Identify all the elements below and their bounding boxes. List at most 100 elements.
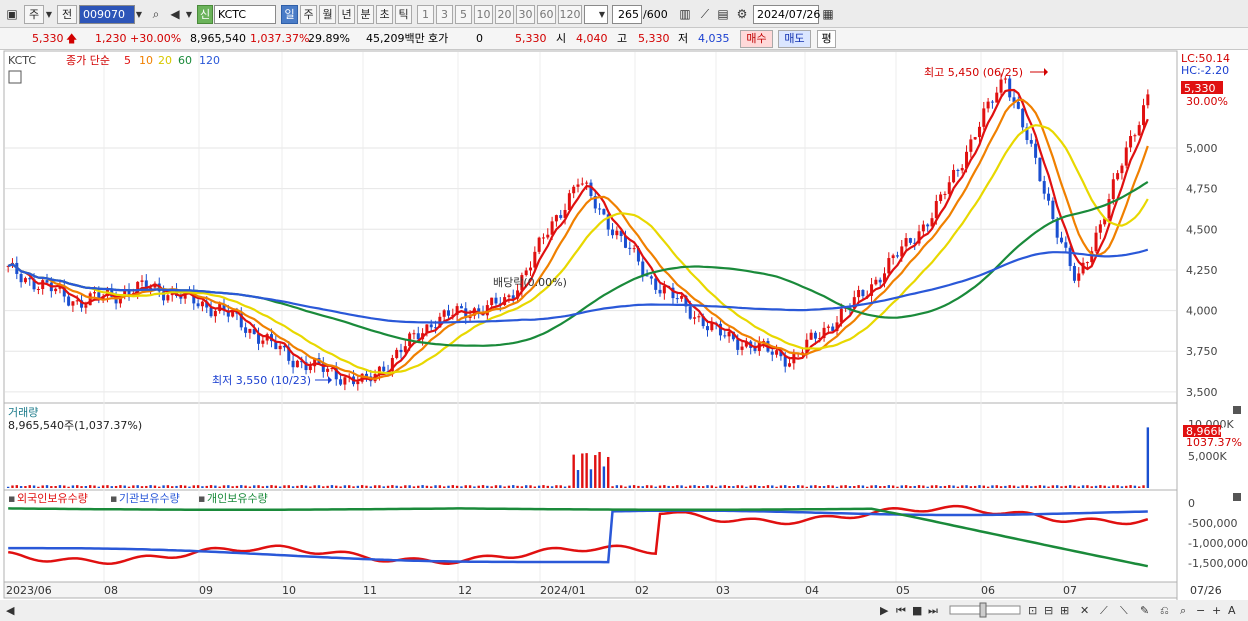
step-60[interactable]: 60 (537, 5, 556, 24)
candle-body (891, 255, 895, 259)
ma-legend-60: 60 (178, 54, 192, 67)
volume-bar (80, 486, 83, 488)
stop-icon[interactable]: ■ (912, 604, 922, 617)
candle-body (775, 350, 779, 355)
calendar-icon[interactable]: ▦ (819, 5, 837, 24)
chevron-down-icon[interactable]: ▼ (596, 5, 608, 24)
stock-chart[interactable]: KCTC 종가 단순 5 10 20 60 120 LC:50.14 HC:-2… (0, 50, 1248, 621)
prev-button[interactable]: 전 (57, 5, 77, 24)
candle-body (904, 238, 908, 247)
volume-bar (499, 485, 502, 488)
candle-body (1047, 193, 1051, 201)
step-10[interactable]: 10 (474, 5, 493, 24)
step-3[interactable]: 3 (436, 5, 453, 24)
holding-y-1m: -1,000,000 (1188, 537, 1248, 550)
new-badge: 신 (197, 5, 213, 24)
volume-bar (209, 485, 213, 488)
count-input[interactable]: 265 (612, 5, 642, 24)
draw-tool-icon[interactable]: ⟍ (1120, 604, 1128, 617)
volume-bar (58, 485, 62, 488)
draw-tool-icon[interactable]: ⎌ (1160, 604, 1169, 617)
volume-bar (663, 485, 666, 488)
candle-body (654, 278, 658, 290)
period-day[interactable]: 일 (281, 5, 298, 24)
buy-button[interactable]: 매수 (740, 30, 773, 48)
zoom-out-icon[interactable]: − (1196, 604, 1205, 617)
close-icon[interactable] (1233, 406, 1241, 414)
zoom-in-icon[interactable]: + (1212, 604, 1221, 617)
type-selector[interactable]: 주 (24, 5, 44, 24)
volume-bar (809, 485, 813, 488)
x-label: 08 (104, 584, 118, 597)
zoom-slider-handle[interactable] (979, 602, 987, 618)
candle-body (598, 208, 602, 210)
font-size-icon[interactable]: A (1228, 604, 1236, 617)
candle-body (1068, 247, 1072, 267)
volume-bar (965, 485, 968, 488)
volume-bar (348, 485, 351, 488)
layout-icon[interactable]: ⊞ (1060, 604, 1069, 617)
close-icon[interactable] (1233, 493, 1241, 501)
sell-button[interactable]: 매도 (778, 30, 811, 48)
period-minute[interactable]: 분 (357, 5, 374, 24)
volume-bar (196, 485, 200, 488)
first-page-icon[interactable]: ⏮ (896, 604, 906, 617)
trend-line-icon[interactable]: ⟋ (696, 5, 714, 24)
volume-bar (45, 485, 49, 488)
save-icon[interactable]: ▤ (714, 5, 732, 24)
candle-body (45, 280, 49, 283)
candle-body (1072, 266, 1076, 281)
step-30[interactable]: 30 (516, 5, 535, 24)
candle-body (261, 340, 265, 344)
x-label: 10 (282, 584, 296, 597)
volume-bar (41, 485, 44, 488)
layout-icon[interactable]: ⊟ (1044, 604, 1053, 617)
period-second[interactable]: 초 (376, 5, 393, 24)
scroll-right-icon[interactable]: ▶ (880, 604, 889, 617)
volume-bar (309, 486, 312, 488)
draw-tool-icon[interactable]: ⟋ (1100, 604, 1108, 617)
candle-icon[interactable]: ▥ (676, 5, 694, 24)
period-tick[interactable]: 틱 (395, 5, 412, 24)
screen-menu-icon[interactable]: ▣ (3, 5, 21, 24)
period-week[interactable]: 주 (300, 5, 317, 24)
candle-body (874, 279, 878, 285)
draw-tool-icon[interactable]: ✎ (1140, 604, 1149, 617)
period-month[interactable]: 월 (319, 5, 336, 24)
layout-icon[interactable]: ⊡ (1028, 604, 1037, 617)
code-tag: KCTC (8, 54, 36, 67)
volume-bar (645, 485, 649, 488)
search-icon[interactable]: ⌕ (147, 5, 165, 24)
date-input[interactable]: 2024/07/26 (753, 5, 820, 24)
draw-tool-icon[interactable]: ✕ (1080, 604, 1089, 617)
volume-bar (32, 485, 36, 488)
candle-body (546, 234, 550, 238)
stock-code-input[interactable]: 009070 (79, 5, 135, 24)
candle-body (986, 101, 990, 109)
volume-bar (654, 486, 657, 488)
candle-body (1137, 125, 1141, 136)
scroll-left-icon[interactable]: ◀ (6, 604, 15, 617)
step-1[interactable]: 1 (417, 5, 434, 24)
volume-bar (140, 486, 144, 488)
chevron-down-icon[interactable]: ▼ (133, 5, 145, 24)
table-toggle-icon[interactable] (8, 70, 22, 84)
volume-bar (624, 486, 627, 488)
candle-body (1098, 224, 1102, 233)
stock-name-field[interactable]: KCTC (214, 5, 276, 24)
period-year[interactable]: 년 (338, 5, 355, 24)
eval-button[interactable]: 평 (817, 30, 836, 48)
volume-bar (365, 485, 368, 488)
volume-bar (270, 485, 273, 488)
last-page-icon[interactable]: ⏭ (928, 604, 938, 617)
chevron-down-icon[interactable]: ▼ (183, 5, 195, 24)
gear-icon[interactable]: ⚙ (733, 5, 751, 24)
speaker-icon[interactable]: ◀ (166, 5, 184, 24)
step-120[interactable]: 120 (558, 5, 582, 24)
chevron-down-icon[interactable]: ▼ (43, 5, 55, 24)
magnifier-icon[interactable]: ⌕ (1180, 604, 1186, 617)
candle-body (248, 328, 252, 333)
step-5[interactable]: 5 (455, 5, 472, 24)
volume-bar (201, 486, 204, 488)
step-20[interactable]: 20 (495, 5, 514, 24)
